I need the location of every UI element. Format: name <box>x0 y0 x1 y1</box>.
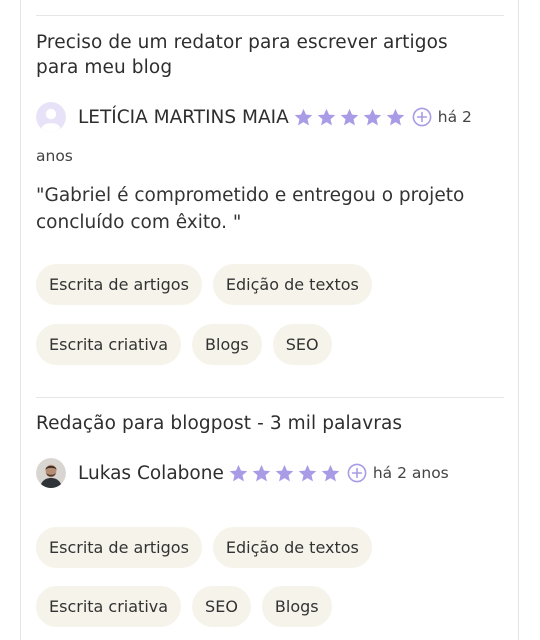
skill-tag[interactable]: Escrita criativa <box>36 324 182 365</box>
divider <box>36 15 504 16</box>
star-icon <box>297 463 318 484</box>
review-author-row: LETÍCIA MARTINS MAIA há 2 <box>36 102 472 132</box>
star-icon <box>362 107 383 128</box>
review-time: há 2 anos <box>372 464 449 482</box>
review-author-row: Lukas Colabone há 2 anos <box>36 458 449 488</box>
default-avatar-icon[interactable] <box>36 102 66 132</box>
star-icon <box>316 107 337 128</box>
skill-tags-row: Escrita criativa Blogs SEO <box>36 324 332 365</box>
plus-circle-icon[interactable] <box>347 463 367 483</box>
review-title[interactable]: Redação para blogpost - 3 mil palavras <box>36 411 476 436</box>
divider <box>36 397 504 398</box>
review-title[interactable]: Preciso de um redator para escrever arti… <box>36 30 476 80</box>
star-icon <box>293 107 314 128</box>
author-name[interactable]: Lukas Colabone <box>78 463 224 484</box>
skill-tag[interactable]: Escrita de artigos <box>36 264 202 305</box>
author-name[interactable]: LETÍCIA MARTINS MAIA <box>78 107 289 128</box>
skill-tag[interactable]: SEO <box>272 324 332 365</box>
review-time-continued: anos <box>36 147 73 165</box>
skill-tags-row: Escrita de artigos Edição de textos <box>36 527 372 568</box>
skill-tag[interactable]: Edição de textos <box>212 264 372 305</box>
review-comment: "Gabriel é comprometido e entregou o pro… <box>36 185 465 233</box>
star-icon <box>228 463 249 484</box>
skill-tag[interactable]: Blogs <box>192 324 262 365</box>
review-time: há 2 <box>437 108 472 126</box>
rating-stars <box>228 463 341 484</box>
star-icon <box>339 107 360 128</box>
skill-tags-row: Escrita criativa SEO Blogs <box>36 586 332 627</box>
skill-tag[interactable]: Blogs <box>261 586 332 627</box>
star-icon <box>320 463 341 484</box>
skill-tag[interactable]: Edição de textos <box>212 527 372 568</box>
page: Preciso de um redator para escrever arti… <box>0 0 540 640</box>
skill-tag[interactable]: SEO <box>192 586 251 627</box>
star-icon <box>251 463 272 484</box>
rating-stars <box>293 107 406 128</box>
skill-tag[interactable]: Escrita de artigos <box>36 527 202 568</box>
skill-tag[interactable]: Escrita criativa <box>36 586 182 627</box>
star-icon <box>274 463 295 484</box>
plus-circle-icon[interactable] <box>412 107 432 127</box>
skill-tags-row: Escrita de artigos Edição de textos <box>36 264 372 305</box>
star-icon <box>385 107 406 128</box>
user-photo-avatar[interactable] <box>36 458 66 488</box>
